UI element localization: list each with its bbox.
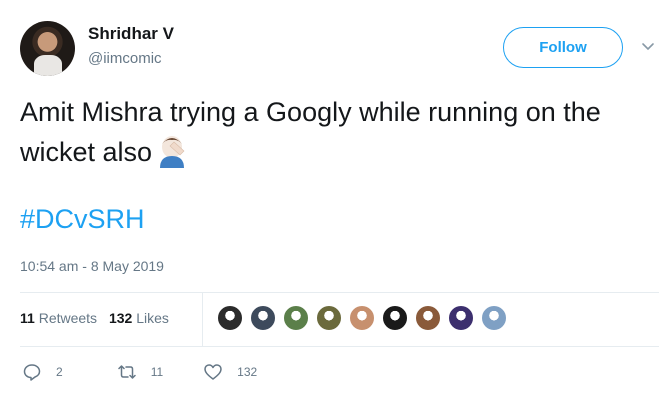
tweet-stats: 11 Retweets 132 Likes bbox=[20, 310, 177, 326]
man-facepalming-icon bbox=[160, 136, 185, 168]
author-name[interactable]: Shridhar V bbox=[88, 24, 174, 44]
action-bar: 2 11 132 bbox=[22, 362, 297, 382]
liker-avatar[interactable] bbox=[249, 304, 277, 332]
chevron-down-icon[interactable] bbox=[641, 40, 655, 54]
liker-avatar[interactable] bbox=[414, 304, 442, 332]
tweet-body: Amit Mishra trying a Googly while runnin… bbox=[20, 97, 601, 167]
hashtag-link[interactable]: #DCvSRH bbox=[20, 204, 145, 235]
retweets-label: Retweets bbox=[38, 310, 98, 326]
reply-icon bbox=[23, 364, 41, 381]
divider bbox=[202, 292, 203, 346]
divider bbox=[20, 346, 659, 347]
tweet-text: Amit Mishra trying a Googly while runnin… bbox=[20, 92, 650, 172]
liker-avatar[interactable] bbox=[348, 304, 376, 332]
retweet-count: 11 bbox=[150, 365, 164, 379]
follow-button[interactable]: Follow bbox=[503, 27, 623, 68]
timestamp[interactable]: 10:54 am - 8 May 2019 bbox=[20, 258, 164, 274]
likes-count: 132 bbox=[108, 310, 133, 326]
author-avatar[interactable] bbox=[20, 21, 75, 76]
reply-count: 2 bbox=[56, 365, 63, 379]
reply-button[interactable]: 2 bbox=[22, 362, 63, 382]
liker-avatar[interactable] bbox=[216, 304, 244, 332]
retweets-count: 11 bbox=[20, 310, 35, 326]
liker-avatar[interactable] bbox=[381, 304, 409, 332]
heart-icon bbox=[204, 364, 222, 380]
liker-avatar[interactable] bbox=[480, 304, 508, 332]
retweet-icon bbox=[117, 365, 136, 379]
liker-avatar[interactable] bbox=[315, 304, 343, 332]
likers-avatars bbox=[216, 304, 513, 332]
author-handle[interactable]: @iimcomic bbox=[88, 50, 162, 67]
divider bbox=[20, 292, 659, 293]
liker-avatar[interactable] bbox=[447, 304, 475, 332]
likes-label: Likes bbox=[136, 310, 169, 326]
likes-stat[interactable]: 132 Likes bbox=[109, 310, 169, 326]
retweets-stat[interactable]: 11 Retweets bbox=[20, 310, 97, 326]
like-button[interactable]: 132 bbox=[203, 362, 257, 382]
retweet-button[interactable]: 11 bbox=[117, 362, 163, 382]
liker-avatar[interactable] bbox=[282, 304, 310, 332]
like-count: 132 bbox=[237, 365, 258, 379]
